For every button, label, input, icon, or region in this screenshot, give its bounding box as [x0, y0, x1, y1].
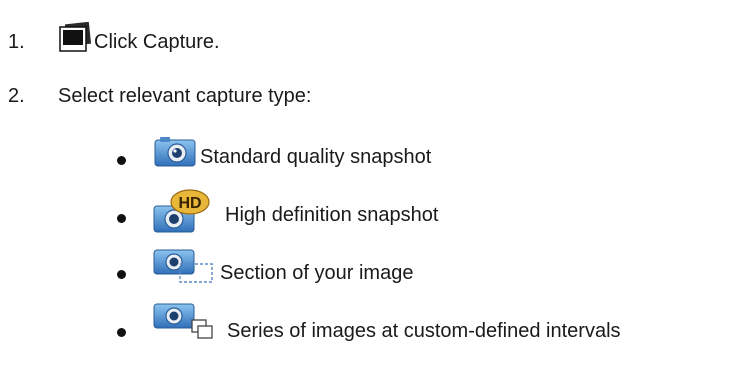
capture-type-label: Series of images at custom-defined inter…: [227, 320, 621, 342]
capture-type-label: Standard quality snapshot: [200, 146, 432, 168]
step-body: Select relevant capture type:: [58, 85, 311, 108]
capture-type-series: Series of images at custom-defined inter…: [0, 303, 754, 348]
capture-icon: [59, 22, 92, 52]
camera-series-icon: [153, 303, 213, 339]
step-text: Select relevant capture type:: [58, 84, 312, 107]
svg-text:HD: HD: [178, 195, 201, 212]
step-body: Click Capture.: [58, 22, 220, 57]
camera-hd-snapshot-icon: HD: [153, 189, 210, 233]
capture-type-hd: HD High definition snapshot: [0, 189, 754, 234]
capture-type-label: High definition snapshot: [225, 204, 439, 226]
bullet-dot: [117, 156, 126, 165]
step-number: 1.: [8, 30, 25, 53]
bullet-dot: [117, 270, 126, 279]
step-text: Click Capture.: [94, 30, 220, 53]
camera-section-icon: [153, 249, 213, 283]
capture-type-label: Section of your image: [220, 262, 414, 284]
capture-type-section: Section of your image: [0, 249, 754, 292]
step-number: 2.: [8, 84, 25, 107]
bullet-dot: [117, 328, 126, 337]
bullet-dot: [117, 214, 126, 223]
camera-snapshot-icon: [154, 137, 196, 167]
capture-type-standard: Standard quality snapshot: [0, 137, 754, 178]
